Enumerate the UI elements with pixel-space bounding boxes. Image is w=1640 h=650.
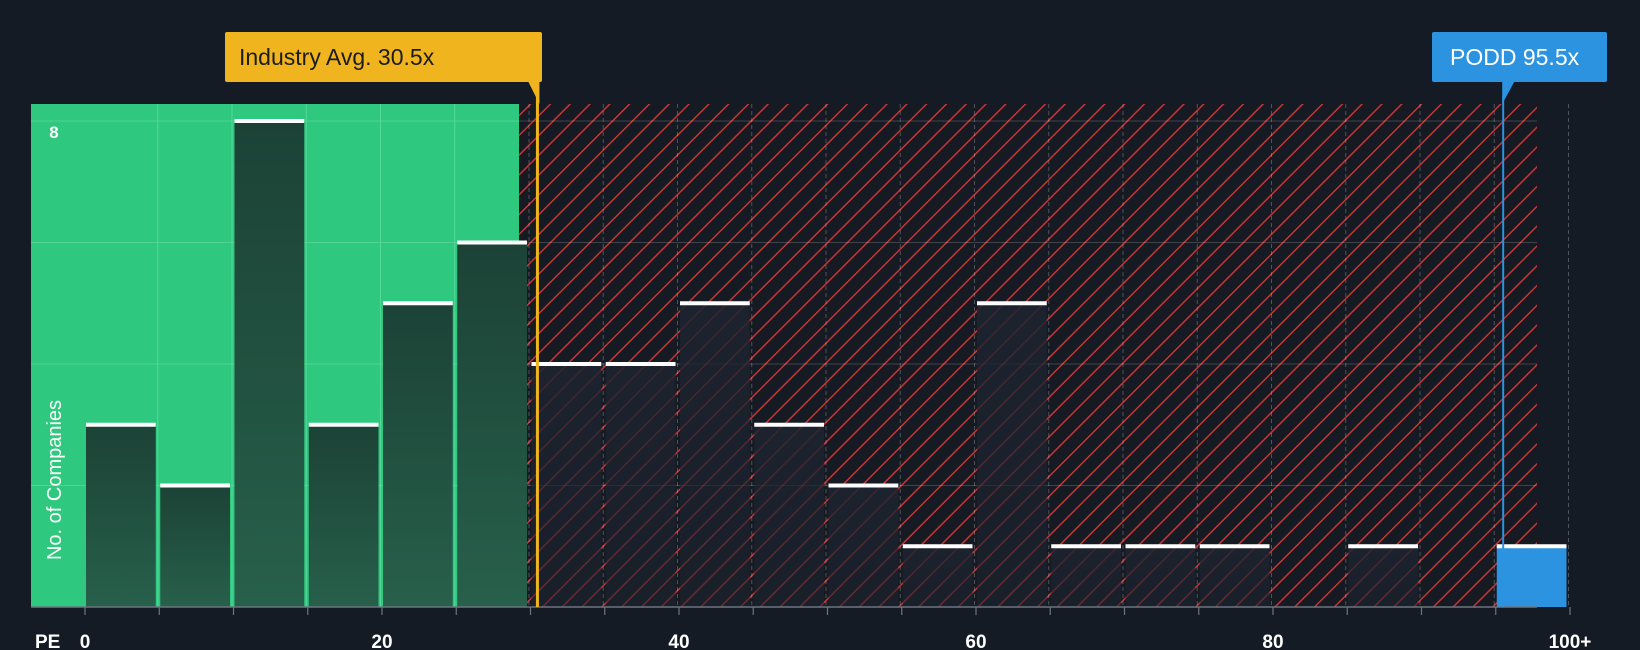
histogram-bar [977, 303, 1047, 607]
x-tick-label: 80 [1262, 632, 1283, 650]
histogram-bar [1199, 546, 1270, 607]
x-tick-label: 20 [371, 632, 392, 650]
histogram-bar [86, 424, 156, 607]
histogram-bar-cap [828, 483, 899, 488]
histogram-bar-cap [1199, 544, 1270, 549]
x-tick-label: 60 [965, 632, 986, 650]
y-axis-label: No. of Companies [44, 400, 66, 560]
histogram-bar-cap [680, 301, 750, 306]
x-axis-ticks: 0 20 40 60 80 100+ [80, 607, 1592, 650]
x-axis-label: PE [35, 632, 60, 650]
histogram-bar-cap [1348, 544, 1418, 549]
histogram-bar [308, 424, 379, 607]
histogram-bar [383, 303, 453, 607]
histogram-bar [531, 364, 602, 607]
histogram-bar [828, 485, 899, 607]
histogram-bar-cap [457, 240, 527, 245]
histogram-bar-cap [1125, 544, 1196, 549]
x-tick-label: 100+ [1549, 632, 1592, 650]
histogram-bar-cap [308, 422, 379, 427]
histogram-bar [1051, 546, 1121, 607]
pe-histogram-chart: 0 20 40 60 80 100+ 8 No. of Companies PE Indu… [31, 32, 1607, 650]
industry-average-label: Industry Avg. 30.5x [239, 44, 435, 70]
histogram-bar-cap [902, 544, 973, 549]
histogram-bar-cap [234, 119, 305, 123]
histogram-bar-cap [86, 422, 156, 427]
company-pe-label: PODD 95.5x [1450, 44, 1580, 70]
x-tick-label: 40 [668, 632, 689, 650]
histogram-bar-cap [531, 362, 602, 366]
histogram-bar [605, 364, 676, 607]
histogram-bar-cap [605, 362, 676, 366]
histogram-bar-cap [383, 301, 453, 306]
histogram-bar-cap [1496, 544, 1567, 549]
histogram-bar [160, 485, 230, 607]
histogram-bar-cap [1051, 544, 1121, 549]
histogram-bar [680, 303, 750, 607]
histogram-bar [1348, 546, 1418, 607]
histogram-bar [1125, 546, 1196, 607]
histogram-bar-cap [977, 301, 1047, 306]
histogram-bar [902, 546, 973, 607]
histogram-bar-cap [160, 483, 230, 488]
x-tick-label: 0 [80, 632, 91, 650]
y-tick-label: 8 [49, 123, 58, 142]
histogram-bar [234, 121, 305, 607]
histogram-bar-cap [754, 422, 824, 427]
histogram-bar [457, 242, 527, 607]
histogram-bar [754, 424, 824, 607]
histogram-bar [1496, 546, 1567, 607]
